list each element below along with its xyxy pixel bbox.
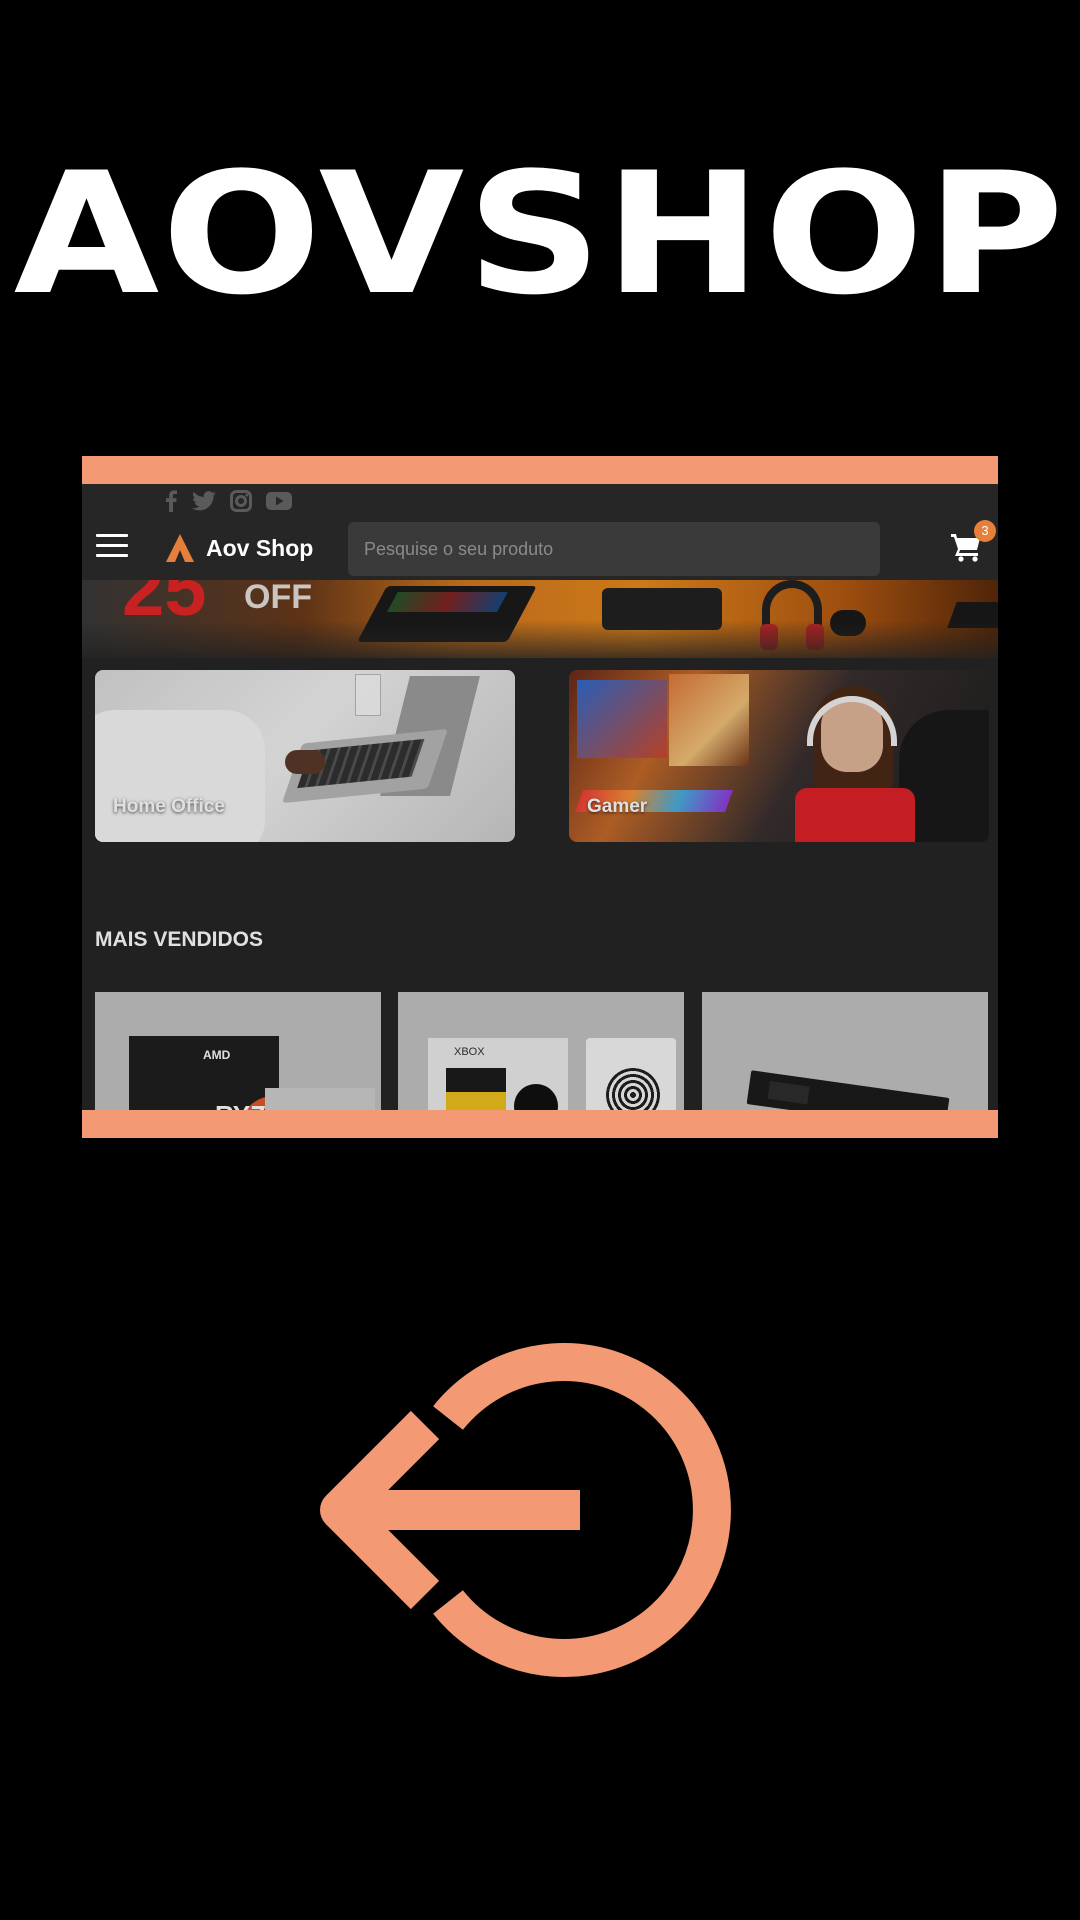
- product-box-text: RYZ: [215, 1100, 266, 1110]
- banner-discount-suffix: OFF: [244, 580, 312, 616]
- brand-title: AOVSHOP: [13, 136, 1067, 332]
- social-links: [164, 484, 292, 518]
- cart-count-badge: 3: [974, 520, 996, 542]
- best-sellers-title: MAIS VENDIDOS: [95, 928, 264, 951]
- instagram-icon[interactable]: [230, 490, 252, 512]
- logo[interactable]: Aov Shop: [164, 532, 313, 564]
- logout-icon[interactable]: [320, 1340, 760, 1680]
- product-image-console: [586, 1038, 676, 1110]
- product-card[interactable]: XBOX: [398, 992, 684, 1110]
- search-input[interactable]: [348, 522, 880, 576]
- product-image-ssd: [746, 1070, 950, 1110]
- logo-text: Aov Shop: [206, 534, 314, 561]
- youtube-icon[interactable]: [266, 491, 292, 511]
- product-brand: AMD: [203, 1048, 231, 1062]
- category-card-gamer[interactable]: Gamer: [569, 670, 989, 842]
- category-label: Home Office: [113, 796, 225, 817]
- product-card[interactable]: [702, 992, 988, 1110]
- twitter-icon[interactable]: [192, 491, 216, 511]
- category-card-home-office[interactable]: Home Office: [95, 670, 515, 842]
- facebook-icon[interactable]: [164, 490, 178, 512]
- hamburger-icon[interactable]: [96, 534, 128, 558]
- product-card[interactable]: AMD RYZ: [95, 992, 381, 1110]
- app-preview-frame: Aov Shop 3 25 OFF Home: [82, 456, 998, 1138]
- app-header: Aov Shop 3: [82, 518, 998, 580]
- logo-mark-icon: [166, 534, 194, 562]
- category-label: Gamer: [587, 796, 648, 817]
- promo-banner[interactable]: 25 OFF: [82, 580, 998, 658]
- app-screen: Aov Shop 3 25 OFF Home: [82, 484, 998, 1110]
- product-brand: XBOX: [454, 1046, 485, 1058]
- product-image-console-box: [428, 1038, 568, 1110]
